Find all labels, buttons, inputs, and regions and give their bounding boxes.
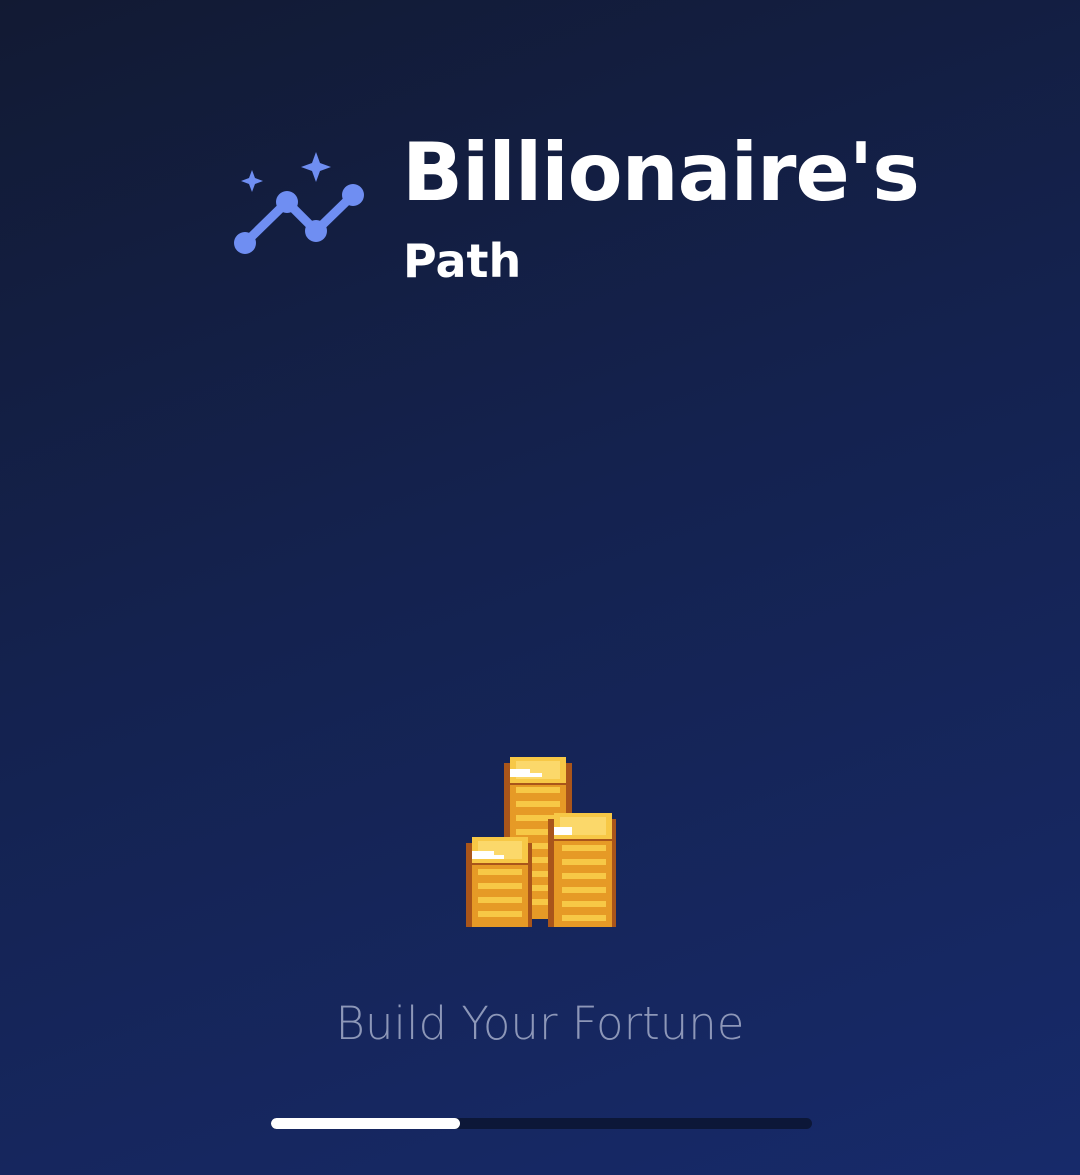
loading-progress-fill — [271, 1118, 461, 1129]
app-subtitle: Path — [403, 234, 522, 288]
gold-coin-stacks-icon — [466, 757, 616, 927]
app-title: Billionaire's — [402, 126, 920, 219]
loading-progress-bar — [271, 1118, 812, 1129]
trending-chart-sparkles-icon — [234, 152, 364, 254]
tagline: Build Your Fortune — [335, 997, 745, 1050]
